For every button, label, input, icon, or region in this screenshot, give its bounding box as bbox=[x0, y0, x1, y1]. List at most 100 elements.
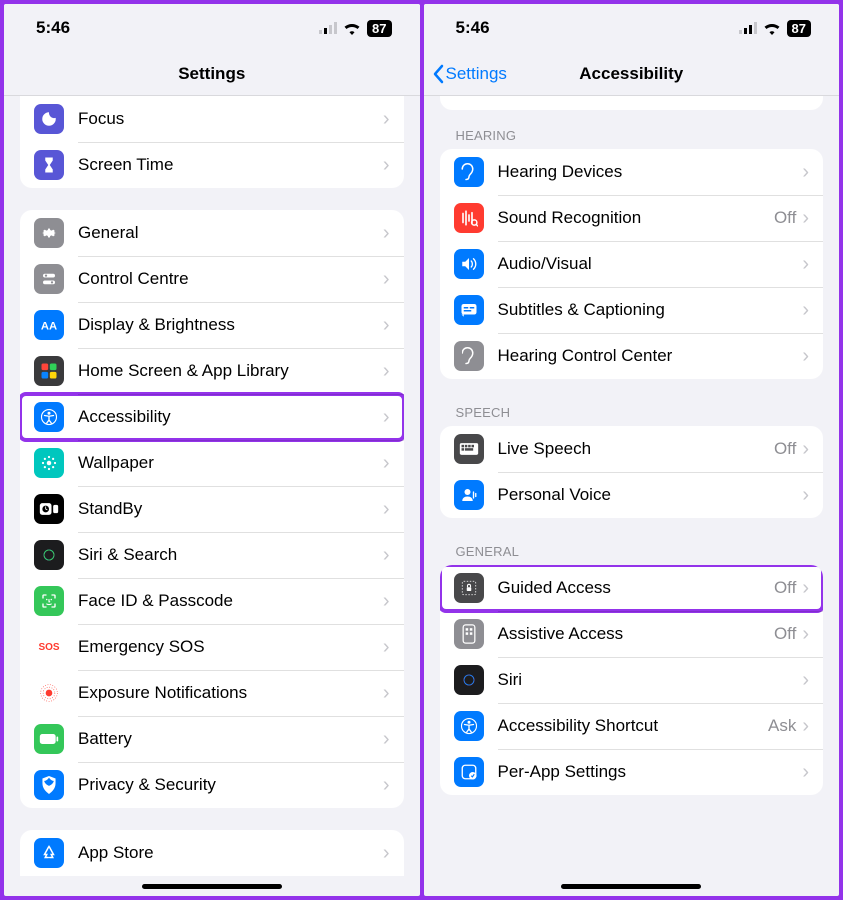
chevron-right-icon: › bbox=[383, 729, 390, 749]
control-icon bbox=[34, 264, 64, 294]
row-label: Per-App Settings bbox=[498, 762, 803, 782]
home-indicator[interactable] bbox=[142, 884, 282, 889]
privacy-icon bbox=[34, 770, 64, 800]
page-title: Settings bbox=[178, 64, 245, 84]
row-subtitles[interactable]: Subtitles & Captioning› bbox=[440, 287, 824, 333]
row-screentime[interactable]: Screen Time› bbox=[20, 142, 404, 188]
row-appstore[interactable]: App Store› bbox=[20, 830, 404, 876]
accessibility-list[interactable]: HEARING Hearing Devices›Sound Recognitio… bbox=[424, 96, 840, 896]
row-general[interactable]: General› bbox=[20, 210, 404, 256]
chevron-right-icon: › bbox=[383, 109, 390, 129]
row-accessibility[interactable]: Accessibility› bbox=[20, 394, 404, 440]
home-indicator[interactable] bbox=[561, 884, 701, 889]
row-faceid[interactable]: Face ID & Passcode› bbox=[20, 578, 404, 624]
row-label: Siri bbox=[498, 670, 803, 690]
row-label: App Store bbox=[78, 843, 383, 863]
chevron-right-icon: › bbox=[383, 843, 390, 863]
accessibility-icon bbox=[34, 402, 64, 432]
row-battery[interactable]: Battery› bbox=[20, 716, 404, 762]
row-soundrec[interactable]: Sound RecognitionOff› bbox=[440, 195, 824, 241]
hearingctrl-icon bbox=[454, 341, 484, 371]
row-guided[interactable]: Guided AccessOff› bbox=[440, 565, 824, 611]
row-siri2[interactable]: Siri› bbox=[440, 657, 824, 703]
battery-icon: 87 bbox=[367, 20, 391, 37]
row-livespeech[interactable]: Live SpeechOff› bbox=[440, 426, 824, 472]
wifi-icon bbox=[343, 22, 361, 35]
shortcut-icon bbox=[454, 711, 484, 741]
battery-icon: 87 bbox=[787, 20, 811, 37]
section-header-hearing: HEARING bbox=[424, 110, 840, 149]
row-audiovisual[interactable]: Audio/Visual› bbox=[440, 241, 824, 287]
soundrec-icon bbox=[454, 203, 484, 233]
chevron-right-icon: › bbox=[383, 545, 390, 565]
row-exposure[interactable]: Exposure Notifications› bbox=[20, 670, 404, 716]
row-label: Assistive Access bbox=[498, 624, 774, 644]
chevron-right-icon: › bbox=[802, 624, 809, 644]
row-hearingctrl[interactable]: Hearing Control Center› bbox=[440, 333, 824, 379]
row-label: Focus bbox=[78, 109, 383, 129]
chevron-right-icon: › bbox=[802, 670, 809, 690]
row-hearingdev[interactable]: Hearing Devices› bbox=[440, 149, 824, 195]
row-display[interactable]: AADisplay & Brightness› bbox=[20, 302, 404, 348]
row-privacy[interactable]: Privacy & Security› bbox=[20, 762, 404, 808]
svg-text:AA: AA bbox=[41, 321, 57, 333]
group-general: Guided AccessOff›Assistive AccessOff›Sir… bbox=[440, 565, 824, 795]
row-sos[interactable]: SOSEmergency SOS› bbox=[20, 624, 404, 670]
settings-list[interactable]: Focus›Screen Time› General›Control Centr… bbox=[4, 96, 420, 896]
row-control[interactable]: Control Centre› bbox=[20, 256, 404, 302]
back-button[interactable]: Settings bbox=[432, 64, 507, 84]
row-label: Accessibility Shortcut bbox=[498, 716, 768, 736]
wallpaper-icon bbox=[34, 448, 64, 478]
chevron-right-icon: › bbox=[383, 407, 390, 427]
wifi-icon bbox=[763, 22, 781, 35]
chevron-right-icon: › bbox=[802, 716, 809, 736]
chevron-right-icon: › bbox=[802, 208, 809, 228]
chevron-right-icon: › bbox=[383, 683, 390, 703]
row-home[interactable]: Home Screen & App Library› bbox=[20, 348, 404, 394]
section-header-speech: SPEECH bbox=[424, 401, 840, 426]
row-label: Display & Brightness bbox=[78, 315, 383, 335]
row-label: Battery bbox=[78, 729, 383, 749]
chevron-right-icon: › bbox=[383, 637, 390, 657]
row-standby[interactable]: StandBy› bbox=[20, 486, 404, 532]
row-siri[interactable]: Siri & Search› bbox=[20, 532, 404, 578]
display-icon: AA bbox=[34, 310, 64, 340]
row-label: Exposure Notifications bbox=[78, 683, 383, 703]
audiovisual-icon bbox=[454, 249, 484, 279]
chevron-right-icon: › bbox=[802, 300, 809, 320]
row-label: Screen Time bbox=[78, 155, 383, 175]
general-icon bbox=[34, 218, 64, 248]
row-assistive[interactable]: Assistive AccessOff› bbox=[440, 611, 824, 657]
chevron-right-icon: › bbox=[383, 775, 390, 795]
chevron-right-icon: › bbox=[383, 361, 390, 381]
row-shortcut[interactable]: Accessibility ShortcutAsk › bbox=[440, 703, 824, 749]
perapp-icon bbox=[454, 757, 484, 787]
row-label: Face ID & Passcode bbox=[78, 591, 383, 611]
chevron-right-icon: › bbox=[383, 453, 390, 473]
cellular-icon bbox=[739, 22, 757, 34]
row-perapp[interactable]: Per-App Settings› bbox=[440, 749, 824, 795]
row-focus[interactable]: Focus› bbox=[20, 96, 404, 142]
row-label: Subtitles & Captioning bbox=[498, 300, 803, 320]
row-label: Privacy & Security bbox=[78, 775, 383, 795]
subtitles-icon bbox=[454, 295, 484, 325]
status-time: 5:46 bbox=[36, 18, 70, 38]
row-personalvoice[interactable]: Personal Voice› bbox=[440, 472, 824, 518]
row-label: Control Centre bbox=[78, 269, 383, 289]
row-label: Hearing Control Center bbox=[498, 346, 803, 366]
standby-icon bbox=[34, 494, 64, 524]
hearingdev-icon bbox=[454, 157, 484, 187]
personalvoice-icon bbox=[454, 480, 484, 510]
chevron-right-icon: › bbox=[802, 254, 809, 274]
chevron-right-icon: › bbox=[802, 346, 809, 366]
row-label: Live Speech bbox=[498, 439, 774, 459]
status-bar: 5:46 87 bbox=[424, 4, 840, 52]
sos-icon: SOS bbox=[34, 632, 64, 662]
row-detail: Ask bbox=[768, 716, 796, 736]
row-label: Siri & Search bbox=[78, 545, 383, 565]
chevron-right-icon: › bbox=[383, 223, 390, 243]
chevron-right-icon: › bbox=[383, 155, 390, 175]
nav-header: Settings Accessibility bbox=[424, 52, 840, 96]
group-general: General›Control Centre›AADisplay & Brigh… bbox=[20, 210, 404, 808]
row-wallpaper[interactable]: Wallpaper› bbox=[20, 440, 404, 486]
